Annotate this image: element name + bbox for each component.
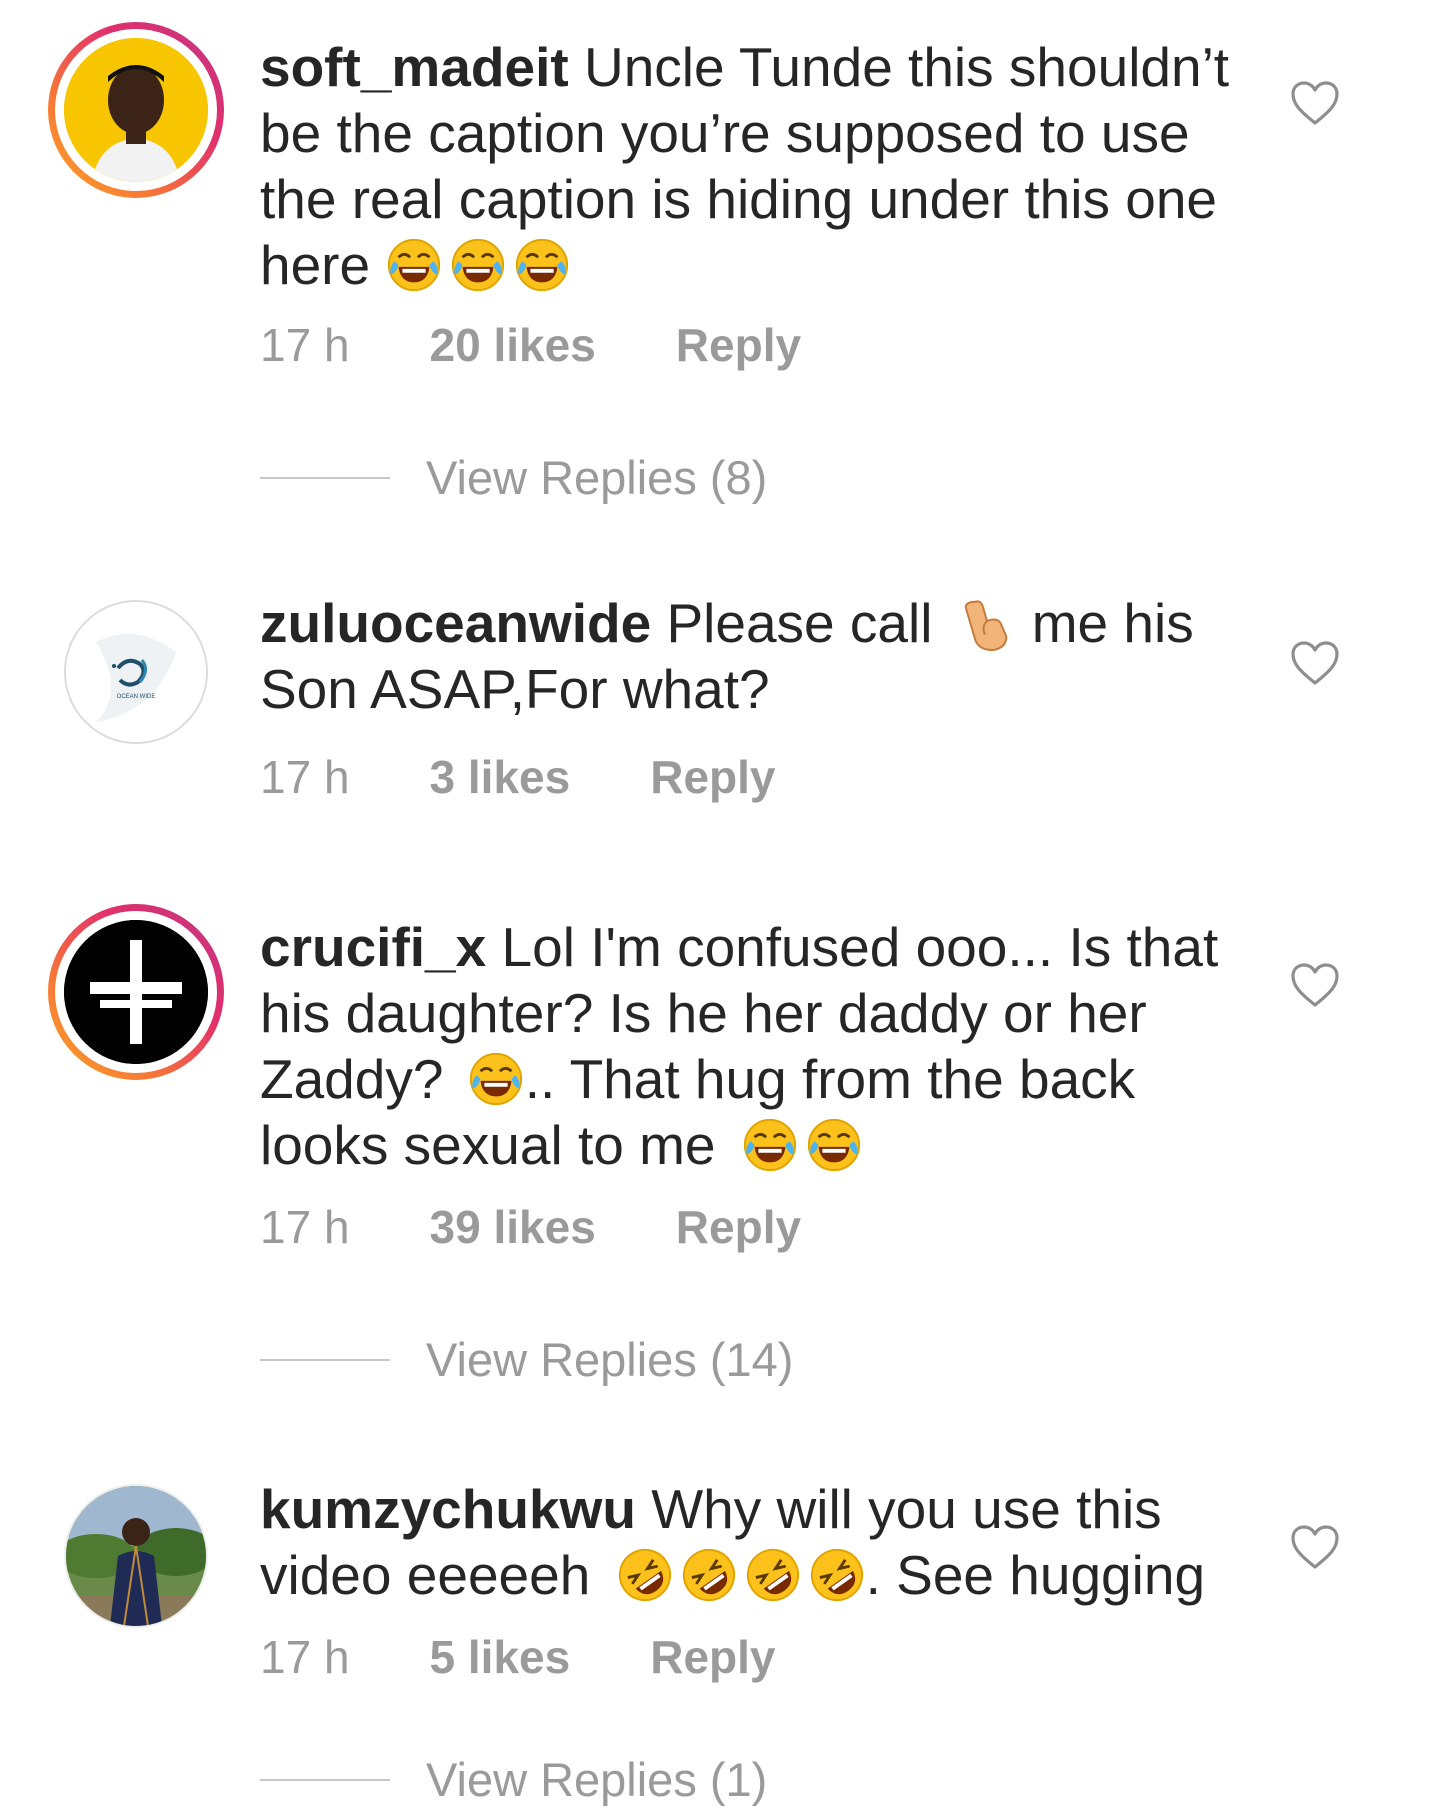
- comment-body-line: his daughter? Is he her daddy or her: [260, 982, 1147, 1044]
- divider-line: [260, 1358, 390, 1361]
- comment-body-line: Zaddy?: [260, 1048, 444, 1110]
- heart-outline-icon[interactable]: [1290, 962, 1340, 1008]
- comment-likes[interactable]: 5 likes: [430, 1630, 571, 1684]
- rolling-on-floor-laughing-icon: [616, 1546, 674, 1604]
- comment-meta: 17 h 3 likes Reply: [260, 750, 775, 804]
- comment-body-line: video eeeeeh: [260, 1544, 591, 1606]
- comment-time: 17 h: [260, 1631, 350, 1683]
- comment-body-line: looks sexual to me: [260, 1114, 716, 1176]
- heart-outline-icon[interactable]: [1290, 1524, 1340, 1570]
- call-me-hand-icon: [958, 594, 1016, 652]
- view-replies-button[interactable]: View Replies (14): [260, 1332, 793, 1387]
- reply-button[interactable]: Reply: [650, 1630, 775, 1684]
- avatar-brand-text: OCEAN WIDE: [116, 694, 156, 700]
- comment-body-line: Why will you use this: [651, 1478, 1162, 1540]
- comment-time: 17 h: [260, 751, 350, 803]
- reply-button[interactable]: Reply: [676, 1200, 801, 1254]
- comment-username[interactable]: crucifi_x: [260, 916, 486, 978]
- view-replies-label: View Replies (14): [426, 1333, 794, 1386]
- reply-button[interactable]: Reply: [650, 750, 775, 804]
- comment-body-line: be the caption you’re supposed to use: [260, 102, 1190, 164]
- avatar[interactable]: [64, 1484, 208, 1628]
- face-with-tears-of-joy-icon: [513, 236, 571, 294]
- divider-line: [260, 476, 390, 479]
- comment-body-line: the real caption is hiding under this on…: [260, 168, 1218, 230]
- reply-button[interactable]: Reply: [676, 318, 801, 372]
- comment-username[interactable]: kumzychukwu: [260, 1478, 636, 1540]
- comment-body-line: Son ASAP,For what?: [260, 658, 770, 720]
- avatar: [64, 920, 208, 1064]
- comment-text: soft_madeit Uncle Tunde this shouldn’t b…: [260, 34, 1260, 298]
- view-replies-label: View Replies (8): [426, 451, 768, 504]
- comment-body-line: me his: [1031, 592, 1194, 654]
- avatar-story-ring[interactable]: [48, 22, 224, 198]
- comment-time: 17 h: [260, 1201, 350, 1253]
- comment-meta: 17 h 20 likes Reply: [260, 318, 801, 372]
- comment-body-line: Uncle Tunde this shouldn’t: [583, 36, 1230, 98]
- comment-text: crucifi_x Lol I'm confused ooo... Is tha…: [260, 914, 1260, 1178]
- rolling-on-floor-laughing-icon: [744, 1546, 802, 1604]
- comment-body-line: here: [260, 234, 371, 296]
- face-with-tears-of-joy-icon: [741, 1116, 799, 1174]
- comment-username[interactable]: zuluoceanwide: [260, 592, 651, 654]
- face-with-tears-of-joy-icon: [449, 236, 507, 294]
- avatar[interactable]: OCEAN WIDE: [64, 600, 208, 744]
- face-with-tears-of-joy-icon: [805, 1116, 863, 1174]
- comment-time: 17 h: [260, 319, 350, 371]
- comment-body-line: Please call: [666, 592, 933, 654]
- rolling-on-floor-laughing-icon: [808, 1546, 866, 1604]
- heart-outline-icon[interactable]: [1290, 640, 1340, 686]
- comment-body-line: . See hugging: [865, 1544, 1206, 1606]
- comment-likes[interactable]: 20 likes: [430, 318, 596, 372]
- comment-text: kumzychukwu Why will you use this video …: [260, 1476, 1260, 1608]
- avatar-story-ring[interactable]: [48, 904, 224, 1080]
- view-replies-button[interactable]: View Replies (1): [260, 1752, 767, 1807]
- comment-body-line: Lol I'm confused ooo... Is that: [501, 916, 1219, 978]
- face-with-tears-of-joy-icon: [385, 236, 443, 294]
- comment-body-line: .. That hug from the back: [524, 1048, 1136, 1110]
- comment-likes[interactable]: 3 likes: [430, 750, 571, 804]
- view-replies-button[interactable]: View Replies (8): [260, 450, 767, 505]
- comment-likes[interactable]: 39 likes: [430, 1200, 596, 1254]
- rolling-on-floor-laughing-icon: [680, 1546, 738, 1604]
- avatar: [64, 38, 208, 182]
- comment-meta: 17 h 39 likes Reply: [260, 1200, 801, 1254]
- comment-meta: 17 h 5 likes Reply: [260, 1630, 775, 1684]
- comment-username[interactable]: soft_madeit: [260, 36, 569, 98]
- view-replies-label: View Replies (1): [426, 1753, 768, 1806]
- divider-line: [260, 1778, 390, 1781]
- face-with-tears-of-joy-icon: [467, 1050, 525, 1108]
- heart-outline-icon[interactable]: [1290, 80, 1340, 126]
- comment-text: zuluoceanwide Please call me his Son ASA…: [260, 590, 1260, 722]
